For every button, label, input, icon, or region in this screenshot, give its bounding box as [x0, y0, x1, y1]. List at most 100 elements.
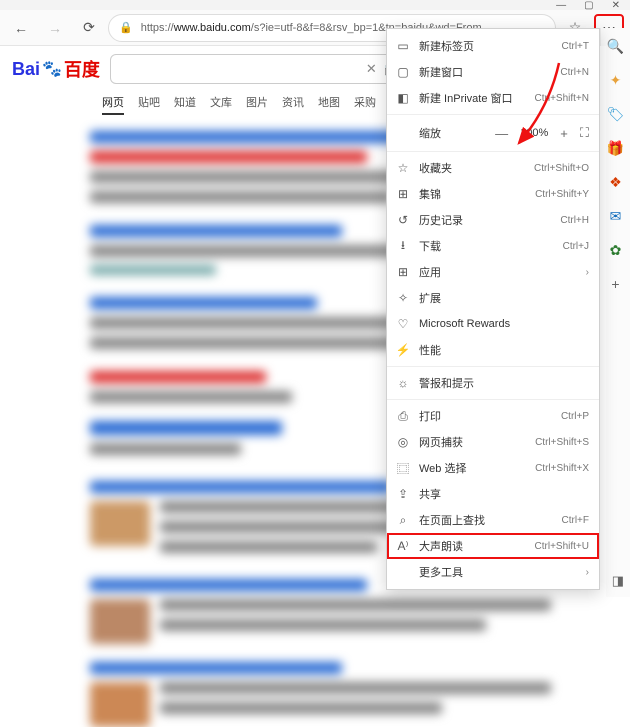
search-icon[interactable]: 🔍	[608, 38, 624, 54]
menu-item-label: 新建窗口	[419, 64, 552, 80]
zoom-value: 100%	[520, 127, 548, 139]
window-maximize[interactable]: ▢	[584, 0, 593, 11]
menu-item[interactable]: ☼ 警报和提示	[387, 370, 599, 396]
paw-icon: 🐾	[42, 59, 62, 79]
menu-item[interactable]: ◎ 网页捕获 Ctrl+Shift+S	[387, 429, 599, 455]
menu-item[interactable]: ⚡性能	[387, 337, 599, 363]
baidu-search-box[interactable]: ✕ 📷	[110, 54, 410, 84]
sparkle-icon[interactable]: ✦	[608, 72, 624, 88]
chevron-right-icon: ›	[586, 267, 589, 278]
outlook-icon[interactable]: ✉	[608, 208, 624, 224]
menu-item-shortcut: Ctrl+J	[563, 241, 589, 252]
menu-item-icon: ⿴	[395, 460, 411, 477]
menu-item-icon: ⭳	[395, 236, 411, 257]
office-icon[interactable]: ❖	[608, 174, 624, 190]
menu-item[interactable]: ▭ 新建标签页 Ctrl+T	[387, 33, 599, 59]
menu-item[interactable]: ◧ 新建 InPrivate 窗口 Ctrl+Shift+N	[387, 85, 599, 111]
menu-item-label: 打印	[419, 408, 553, 424]
menu-item-label: 收藏夹	[419, 160, 526, 176]
gift-icon[interactable]: 🎁	[608, 140, 624, 156]
window-titlebar: — ▢ ✕	[0, 0, 630, 10]
lock-icon: 🔒	[119, 21, 133, 34]
sidebar-toggle-icon[interactable]: ◨	[612, 573, 624, 589]
plus-icon[interactable]: +	[608, 276, 624, 292]
menu-item-label: 应用	[419, 264, 578, 280]
baidu-tab[interactable]: 知道	[174, 94, 196, 115]
menu-item-icon: ↺	[395, 213, 411, 227]
menu-item-icon: ◧	[395, 91, 411, 105]
baidu-tab[interactable]: 贴吧	[138, 94, 160, 115]
tag-icon[interactable]: 🏷	[608, 106, 624, 122]
menu-item[interactable]: ⊞ 应用 ›	[387, 259, 599, 285]
menu-item-label: 在页面上查找	[419, 512, 554, 528]
menu-item[interactable]: ☆收藏夹Ctrl+Shift+O	[387, 155, 599, 181]
menu-item-label: 下载	[419, 238, 555, 254]
menu-item-shortcut: Ctrl+P	[561, 411, 589, 422]
window-close[interactable]: ✕	[612, 0, 620, 11]
menu-item-label: 更多工具	[419, 564, 578, 580]
menu-item[interactable]: ✧ 扩展	[387, 285, 599, 311]
baidu-logo[interactable]: Bai🐾百度	[12, 56, 100, 82]
baidu-tab[interactable]: 文库	[210, 94, 232, 115]
menu-item-icon: ⇪	[395, 487, 411, 501]
baidu-tab[interactable]: 地图	[318, 94, 340, 115]
menu-item[interactable]: ⭳ 下载 Ctrl+J	[387, 233, 599, 259]
menu-item-label: 共享	[419, 486, 589, 502]
menu-item-shortcut: Ctrl+Shift+N	[535, 93, 589, 104]
menu-item[interactable]: 更多工具›	[387, 559, 599, 585]
menu-separator	[387, 114, 599, 115]
menu-item-icon: ⎙	[395, 409, 411, 424]
menu-item-icon: ▭	[395, 39, 411, 53]
menu-item-label: 集锦	[419, 186, 527, 202]
menu-item-icon: ⌕	[395, 513, 411, 528]
menu-item[interactable]: A⁾大声朗读Ctrl+Shift+U	[387, 533, 599, 559]
leaf-icon[interactable]: ✿	[608, 242, 624, 258]
menu-item-icon: ✧	[395, 291, 411, 305]
menu-separator	[387, 366, 599, 367]
menu-item-label: Microsoft Rewards	[419, 318, 589, 330]
menu-item[interactable]: ▢ 新建窗口 Ctrl+N	[387, 59, 599, 85]
menu-item-shortcut: Ctrl+N	[560, 67, 589, 78]
menu-item-icon: ♡	[395, 317, 411, 331]
menu-item-shortcut: Ctrl+H	[560, 215, 589, 226]
menu-item[interactable]: ↺ 历史记录 Ctrl+H	[387, 207, 599, 233]
zoom-in-button[interactable]: +	[560, 126, 568, 141]
menu-item[interactable]: ⎙ 打印 Ctrl+P	[387, 403, 599, 429]
menu-item-label: 警报和提示	[419, 375, 589, 391]
menu-separator	[387, 151, 599, 152]
clear-icon[interactable]: ✕	[366, 61, 377, 77]
menu-item-shortcut: Ctrl+T	[562, 41, 590, 52]
menu-item-shortcut: Ctrl+Shift+U	[535, 541, 589, 552]
back-button[interactable]: ←	[6, 14, 36, 42]
fullscreen-button[interactable]: ⛶	[580, 125, 589, 141]
menu-item-icon: ⊞	[395, 265, 411, 279]
menu-zoom-row: 缩放 — 100% + ⛶	[387, 118, 599, 148]
menu-item-icon: ☼	[395, 376, 411, 390]
menu-item-label: 历史记录	[419, 212, 552, 228]
menu-item[interactable]: ⿴Web 选择Ctrl+Shift+X	[387, 455, 599, 481]
menu-item-icon: ⚡	[395, 343, 411, 357]
baidu-tab[interactable]: 采购	[354, 94, 376, 115]
menu-item[interactable]: ⇪ 共享	[387, 481, 599, 507]
menu-item-shortcut: Ctrl+Shift+S	[535, 437, 589, 448]
zoom-out-button[interactable]: —	[495, 126, 508, 141]
refresh-button[interactable]: ⟳	[74, 14, 104, 42]
menu-item-shortcut: Ctrl+Shift+X	[535, 463, 589, 474]
menu-item[interactable]: ⌕在页面上查找Ctrl+F	[387, 507, 599, 533]
baidu-tab[interactable]: 资讯	[282, 94, 304, 115]
menu-item-label: 新建 InPrivate 窗口	[419, 90, 527, 106]
menu-item[interactable]: ♡ Microsoft Rewards	[387, 311, 599, 337]
menu-item[interactable]: ⊞集锦Ctrl+Shift+Y	[387, 181, 599, 207]
menu-item-label: 扩展	[419, 290, 589, 306]
baidu-tab[interactable]: 图片	[246, 94, 268, 115]
menu-item-icon: ▢	[395, 65, 411, 79]
menu-item-label: 新建标签页	[419, 38, 554, 54]
menu-item-icon: ◎	[395, 435, 411, 449]
zoom-label: 缩放	[419, 125, 483, 141]
menu-item-label: 网页捕获	[419, 434, 527, 450]
baidu-search-input[interactable]	[119, 62, 358, 76]
window-minimize[interactable]: —	[556, 0, 566, 11]
forward-button[interactable]: →	[40, 14, 70, 42]
menu-separator	[387, 399, 599, 400]
baidu-tab[interactable]: 网页	[102, 94, 124, 115]
